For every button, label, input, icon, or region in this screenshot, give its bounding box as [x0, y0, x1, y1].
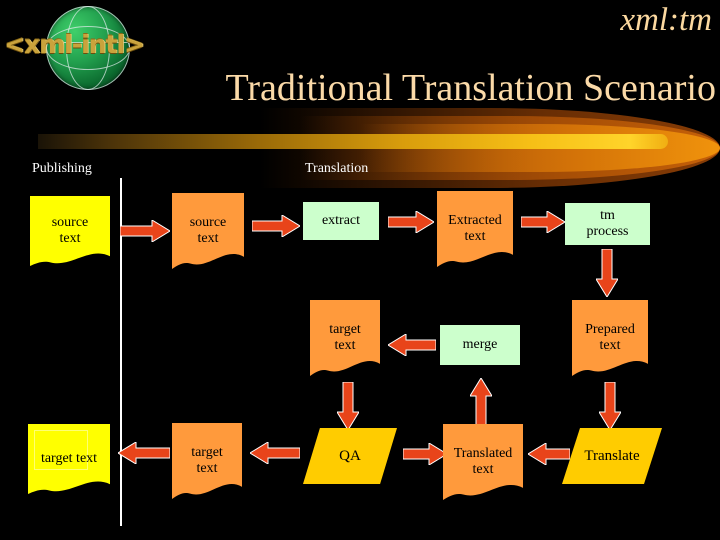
- node-label: target text: [172, 445, 242, 476]
- node-label-line1: Translated: [453, 446, 513, 462]
- node-label: extract: [321, 213, 361, 229]
- node-label-line2: text: [472, 462, 494, 477]
- node-label-line2: text: [334, 338, 356, 353]
- arrow-left: [250, 442, 300, 464]
- section-label-translation: Translation: [305, 161, 369, 176]
- node-label-line1: target: [191, 445, 223, 461]
- slide-canvas: <xml-intl> xml:tm Traditional Translatio…: [0, 0, 720, 540]
- node-label-line2: process: [586, 224, 629, 239]
- node-label-line2: text: [464, 229, 486, 244]
- node-extract[interactable]: extract: [303, 202, 379, 240]
- node-translated-text[interactable]: Translated text: [443, 424, 523, 500]
- node-label-line1: Extracted: [448, 213, 502, 229]
- node-label: Extracted text: [437, 213, 513, 244]
- arrow-right: [252, 215, 300, 237]
- node-label: tm process: [565, 208, 650, 239]
- node-label: target text: [28, 451, 110, 467]
- arrow-right: [388, 211, 434, 233]
- node-label-line2: text: [197, 231, 219, 246]
- node-label-line1: Translate: [584, 447, 640, 464]
- node-label-line2: text: [196, 461, 218, 476]
- node-source-text-translation[interactable]: source text: [172, 193, 244, 269]
- page-title: Traditional Translation Scenario: [225, 67, 716, 109]
- node-label: QA: [303, 448, 397, 465]
- node-label-line1: target text: [40, 451, 98, 467]
- node-label: Translate: [562, 448, 662, 465]
- brand-wordmark: <xml-intl>: [4, 30, 145, 59]
- arrow-right: [521, 211, 565, 233]
- arrow-up: [470, 378, 492, 426]
- node-label: source text: [172, 215, 244, 246]
- node-label: target text: [310, 322, 380, 353]
- node-target-text-middle[interactable]: target text: [310, 300, 380, 376]
- node-extracted-text[interactable]: Extracted text: [437, 191, 513, 267]
- swoosh-core-bar: [38, 134, 668, 149]
- arrow-down: [596, 249, 618, 297]
- node-tm-process[interactable]: tm process: [565, 203, 650, 245]
- node-translate[interactable]: Translate: [562, 428, 662, 484]
- node-label: merge: [462, 337, 498, 353]
- node-label-line2: text: [599, 338, 621, 353]
- node-label-line2: text: [59, 231, 81, 246]
- arrow-right: [120, 220, 170, 242]
- node-prepared-text[interactable]: Prepared text: [572, 300, 648, 376]
- arrow-down: [599, 382, 621, 430]
- node-label-line1: tm: [600, 208, 615, 224]
- brand-mark-xmltm: xml:tm: [620, 2, 712, 38]
- node-label-line1: source: [189, 215, 227, 231]
- node-merge[interactable]: merge: [440, 325, 520, 365]
- arrow-left: [118, 442, 170, 464]
- arrow-left: [388, 334, 436, 356]
- node-label: Translated text: [443, 446, 523, 477]
- node-label-line1: target: [329, 322, 361, 338]
- node-source-text-publishing[interactable]: source text: [30, 196, 110, 266]
- node-label-line1: source: [51, 215, 89, 231]
- arrow-down: [337, 382, 359, 430]
- section-label-publishing: Publishing: [32, 161, 92, 176]
- arrow-right: [403, 443, 447, 465]
- swoosh-decoration: [0, 108, 720, 190]
- node-label-line1: Prepared: [585, 322, 635, 338]
- node-label: source text: [30, 215, 110, 246]
- node-target-text-publishing[interactable]: target text: [28, 424, 110, 494]
- node-target-text-translation[interactable]: target text: [172, 423, 242, 499]
- node-label: Prepared text: [572, 322, 648, 353]
- node-label-line1: QA: [339, 447, 361, 464]
- node-qa[interactable]: QA: [303, 428, 397, 484]
